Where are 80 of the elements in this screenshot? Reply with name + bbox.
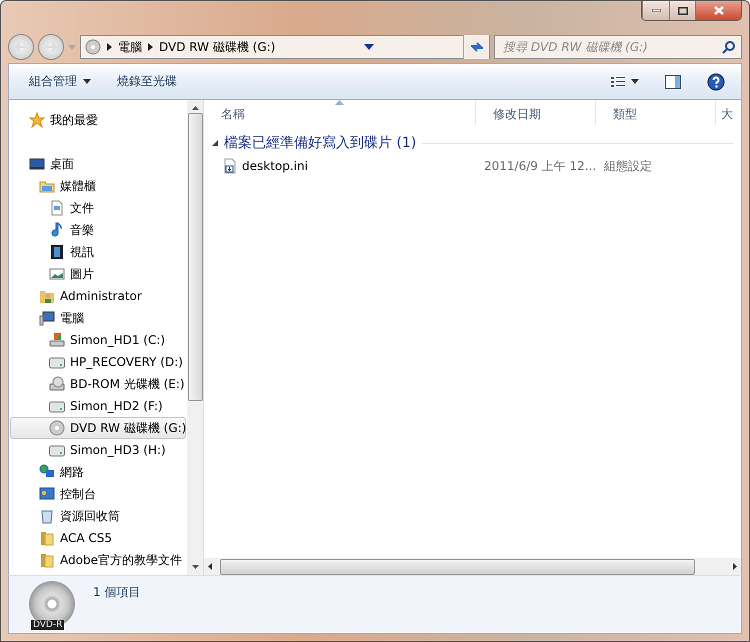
sidebar-item[interactable]: Simon_HD2 (F:) [10, 395, 186, 417]
sidebar-item[interactable]: Simon_HD3 (H:) [10, 439, 186, 461]
network-icon [39, 464, 55, 480]
vertical-scrollbar[interactable] [187, 100, 203, 575]
sidebar-item[interactable]: 資源回收筒 [10, 505, 186, 527]
video-icon [49, 244, 65, 260]
search-icon[interactable] [722, 40, 736, 54]
close-button[interactable] [695, 1, 741, 20]
scrollbar-thumb[interactable] [188, 113, 202, 401]
sidebar-item[interactable]: 電腦 [10, 307, 186, 329]
sidebar-item[interactable]: 媒體櫃 [10, 175, 186, 197]
dropdown-caret-icon [364, 44, 374, 50]
desktop-icon [29, 156, 45, 172]
sidebar-item[interactable]: Adobe官方的教學文件 [10, 549, 186, 571]
control-icon [39, 486, 55, 502]
help-icon [707, 72, 725, 90]
chevron-icon [148, 43, 153, 51]
scroll-up-icon [192, 106, 198, 110]
back-button[interactable] [8, 34, 34, 60]
maximize-icon [678, 6, 688, 14]
close-icon [714, 6, 724, 15]
optical-icon [49, 376, 65, 392]
item-count: 1 個項目 [93, 584, 140, 601]
history-caret-icon [68, 44, 76, 50]
recycle-icon [39, 508, 55, 524]
sidebar-item[interactable]: 控制台 [10, 483, 186, 505]
scroll-down-icon [192, 565, 198, 569]
preview-pane-icon [665, 74, 681, 88]
sidebar-item[interactable]: 我的最愛 [10, 109, 186, 131]
forward-arrow-icon [45, 42, 57, 52]
sidebar-item[interactable]: Simon_HD1 (C:) [10, 329, 186, 351]
sidebar-item[interactable]: 桌面 [10, 153, 186, 175]
list-view-icon [611, 76, 625, 88]
breadcrumb[interactable]: DVD RW 磁碟機 (G:) [159, 38, 276, 56]
sidebar-item[interactable]: 視訊 [10, 241, 186, 263]
computer-icon [39, 310, 55, 326]
file-date: 2011/6/9 上午 12... [484, 158, 596, 174]
toolbar-button[interactable]: 燒錄至光碟 [109, 69, 185, 94]
file-type: 組態設定 [604, 158, 652, 174]
horizontal-scrollbar[interactable] [204, 558, 741, 575]
scroll-right-icon [733, 563, 737, 570]
disc-icon [49, 420, 65, 436]
caret-icon [83, 79, 91, 84]
user-icon [39, 288, 55, 304]
doc-icon [49, 200, 65, 216]
sidebar-item[interactable]: BD-ROM 光碟機 (E:) [10, 373, 186, 395]
sidebar-item[interactable]: ACA CS5 [10, 527, 186, 549]
forward-button[interactable] [38, 34, 64, 60]
maximize-button[interactable] [669, 1, 695, 20]
disc-label: DVD-R [31, 620, 64, 630]
collapse-triangle-icon[interactable] [212, 140, 218, 146]
picture-icon [49, 266, 65, 282]
sidebar-item[interactable]: DVD RW 磁碟機 (G:) [10, 417, 186, 439]
sidebar-item[interactable]: 圖片 [10, 263, 186, 285]
refresh-icon [468, 40, 484, 54]
sidebar-item[interactable]: Administrator [10, 285, 186, 307]
disc-icon [85, 39, 101, 55]
scrollbar-thumb[interactable] [220, 558, 695, 574]
ini-icon [222, 158, 238, 174]
chevron-icon [107, 43, 112, 51]
sidebar-item[interactable]: 文件 [10, 197, 186, 219]
sidebar-item[interactable]: HP_RECOVERY (D:) [10, 351, 186, 373]
windrive-icon [49, 332, 65, 348]
sidebar-item[interactable]: 網路 [10, 461, 186, 483]
folder-icon [39, 552, 55, 568]
sidebar-item[interactable]: 音樂 [10, 219, 186, 241]
minimize-button[interactable] [642, 1, 669, 20]
star-icon [29, 112, 45, 128]
scroll-left-icon [208, 563, 212, 570]
back-arrow-icon [15, 42, 27, 52]
search-field[interactable]: 搜尋 DVD RW 磁碟機 (G:) [494, 35, 742, 59]
file-name[interactable]: desktop.ini [242, 159, 308, 173]
caret-icon [631, 79, 639, 84]
folder-icon [39, 530, 55, 546]
group-title[interactable]: 檔案已經準備好寫入到碟片 (1) [224, 134, 416, 152]
address-bar[interactable]: 電腦 DVD RW 磁碟機 (G:) [80, 35, 490, 59]
toolbar-button[interactable]: 組合管理 [21, 69, 99, 94]
refresh-button[interactable] [463, 35, 489, 59]
breadcrumb[interactable]: 電腦 [118, 38, 142, 56]
minimize-icon [652, 9, 660, 12]
